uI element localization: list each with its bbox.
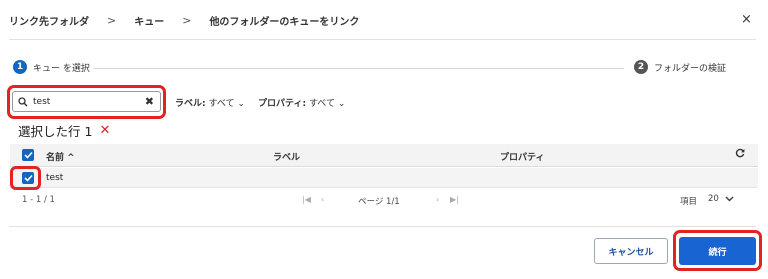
first-page-icon[interactable]: |◀ (302, 195, 311, 204)
breadcrumb: リンク先フォルダ > キュー > 他のフォルダーのキューをリンク (9, 13, 359, 28)
chevron-down-icon: ⌄ (337, 99, 346, 109)
row-range: 1 - 1 / 1 (22, 195, 55, 205)
search-field[interactable]: ✖ (12, 91, 161, 112)
page-indicator: ページ 1/1 (358, 197, 400, 207)
selected-rows-text: 選択した行 1 (18, 124, 93, 139)
step-verify-folder: 2 フォルダーの検証 (634, 60, 726, 74)
items-per-page-select[interactable]: 20 (708, 194, 734, 204)
search-input[interactable] (33, 96, 133, 107)
breadcrumb-item-current: 他のフォルダーのキューをリンク (209, 17, 360, 28)
breadcrumb-separator: > (182, 14, 192, 27)
check-icon (23, 151, 33, 159)
header-divider (9, 39, 756, 40)
close-icon[interactable]: × (741, 12, 752, 27)
prev-page-icon[interactable]: ‹ (321, 195, 324, 204)
column-header-label[interactable]: ラベル (273, 150, 300, 163)
clear-search-icon[interactable]: ✖ (145, 95, 154, 108)
filter-name: ラベル: (175, 99, 206, 109)
step-label: フォルダーの検証 (654, 63, 727, 74)
breadcrumb-separator: > (107, 14, 117, 27)
step-label: キュー を選択 (33, 63, 90, 74)
stepper: 1 キュー を選択 2 フォルダーの検証 (10, 58, 758, 78)
footer-divider (9, 226, 756, 227)
selected-rows-indicator: 選択した行 1 ✕ (18, 121, 110, 140)
checkbox-highlight (10, 166, 41, 190)
property-filter-dropdown[interactable]: プロパティ: すべて ⌄ (258, 96, 345, 109)
filter-name: プロパティ: (258, 99, 307, 109)
column-header-property[interactable]: プロパティ (500, 150, 544, 163)
cancel-button[interactable]: キャンセル (594, 238, 668, 264)
items-per-page-value: 20 (708, 194, 719, 204)
step-number: 2 (634, 60, 648, 74)
chevron-down-icon: ⌄ (237, 99, 245, 109)
last-page-icon[interactable]: ▶| (450, 195, 459, 204)
table-header: 名前 ^ ラベル プロパティ (10, 144, 758, 167)
stepper-connector (94, 68, 624, 69)
column-header-name[interactable]: 名前 ^ (46, 150, 75, 163)
breadcrumb-item-linked-folder[interactable]: リンク先フォルダ (9, 13, 89, 28)
table-row[interactable]: test (10, 168, 758, 188)
step-number: 1 (13, 60, 27, 74)
step-select-queue: 1 キュー を選択 (13, 60, 90, 74)
clear-selection-icon[interactable]: ✕ (99, 123, 110, 138)
select-all-checkbox[interactable] (22, 149, 34, 161)
row-name-cell: test (46, 173, 64, 183)
items-per-page-label: 項目 (680, 197, 698, 207)
filter-value: すべて (308, 99, 335, 109)
chevron-down-icon (725, 196, 734, 202)
refresh-icon[interactable] (735, 148, 745, 161)
breadcrumb-item-queues[interactable]: キュー (134, 13, 164, 28)
next-button[interactable]: 続行 (679, 237, 756, 265)
filter-value: すべて (208, 99, 235, 109)
label-filter-dropdown[interactable]: ラベル: すべて ⌄ (175, 96, 245, 109)
pagination-bar: 1 - 1 / 1 |◀ ‹ ページ 1/1 › ▶| 項目 20 (10, 189, 758, 209)
search-icon (13, 96, 33, 107)
dialog-header: リンク先フォルダ > キュー > 他のフォルダーのキューをリンク × (0, 0, 768, 40)
next-page-icon[interactable]: › (436, 195, 439, 204)
